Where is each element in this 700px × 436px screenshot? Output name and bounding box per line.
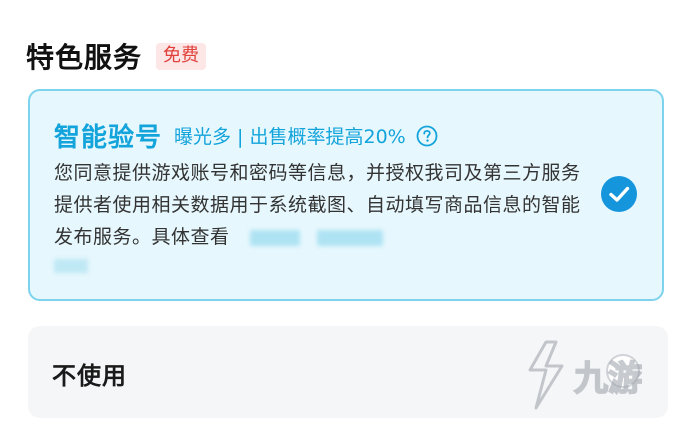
option-subtitle: 曝光多 | 出售概率提高20% [174, 126, 406, 148]
terms-link-continuation[interactable] [54, 259, 88, 273]
section-title: 特色服务 [26, 41, 143, 74]
watermark-logo-icon: 九游 [528, 340, 643, 410]
option-title: 智能验号 [54, 123, 163, 153]
section-header: 特色服务 免费 [26, 36, 207, 76]
card-title-row: 智能验号 曝光多 | 出售概率提高20% [54, 117, 438, 154]
free-badge: 免费 [156, 42, 207, 70]
option-not-use-label: 不使用 [52, 362, 127, 390]
option-smart-verify[interactable]: 智能验号 曝光多 | 出售概率提高20% 您同意提供游戏账号和密码等信息，并授权… [28, 89, 664, 301]
check-circle-icon [601, 176, 637, 212]
privacy-link[interactable] [316, 229, 383, 246]
option-description: 您同意提供游戏账号和密码等信息，并授权我司及第三方服务提供者使用相关数据用于系统… [54, 157, 582, 253]
question-circle-icon[interactable] [416, 125, 438, 147]
terms-link[interactable] [250, 229, 301, 246]
watermark-text: 九游 [574, 359, 642, 399]
